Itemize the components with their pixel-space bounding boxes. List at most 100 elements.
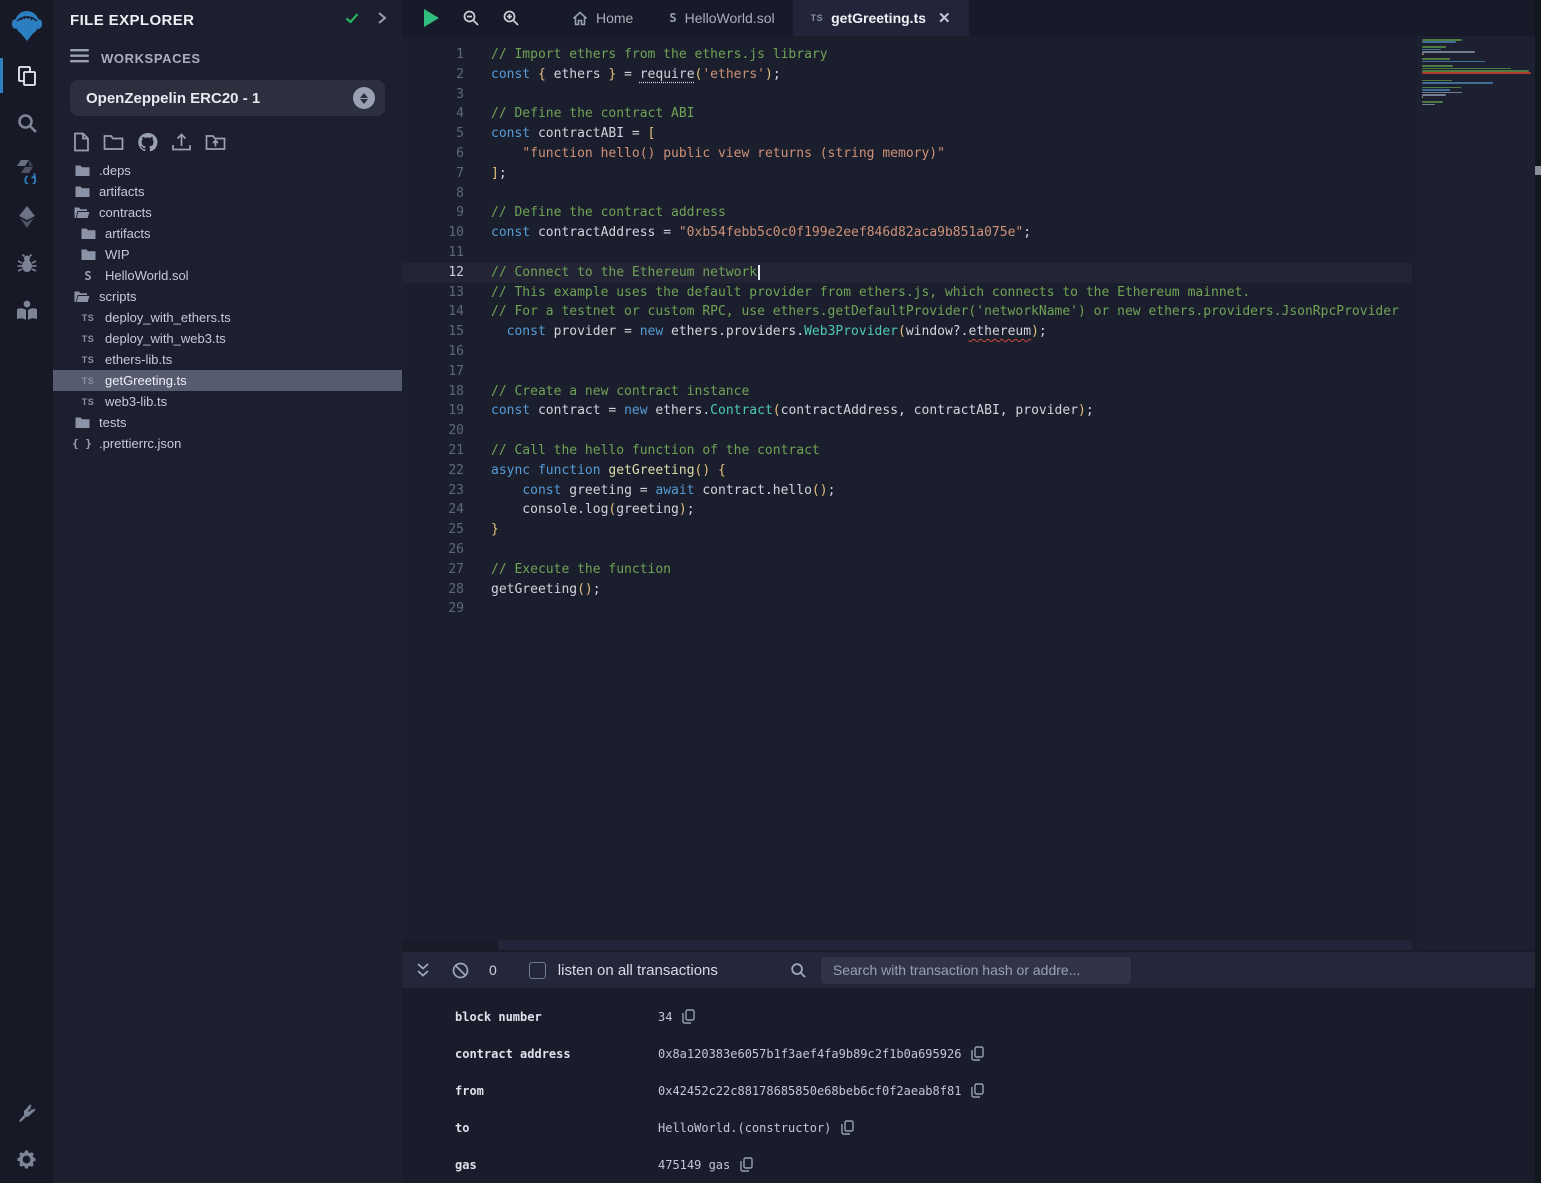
zoom-out-icon[interactable] bbox=[462, 9, 480, 27]
line-number: 27 bbox=[402, 560, 464, 580]
tree-item-scripts[interactable]: scripts bbox=[53, 286, 402, 307]
new-file-icon[interactable] bbox=[73, 132, 90, 152]
tree-item-helloworld-sol[interactable]: S HelloWorld.sol bbox=[53, 265, 402, 286]
tree-item--deps[interactable]: .deps bbox=[53, 160, 402, 181]
activity-file-explorer-icon[interactable] bbox=[0, 52, 53, 99]
code-line-11[interactable]: 11 bbox=[402, 243, 1412, 263]
code-line-8[interactable]: 8 bbox=[402, 184, 1412, 204]
code-line-2[interactable]: 2const { ethers } = require('ethers'); bbox=[402, 65, 1412, 85]
activity-solidity-compiler-icon[interactable] bbox=[0, 146, 53, 193]
code-line-25[interactable]: 25} bbox=[402, 520, 1412, 540]
code-line-29[interactable]: 29 bbox=[402, 599, 1412, 619]
activity-settings-icon[interactable] bbox=[0, 1136, 53, 1183]
code-line-23[interactable]: 23 const greeting = await contract.hello… bbox=[402, 481, 1412, 501]
copy-icon[interactable] bbox=[971, 1046, 984, 1061]
code-line-17[interactable]: 17 bbox=[402, 362, 1412, 382]
code-line-18[interactable]: 18// Create a new contract instance bbox=[402, 382, 1412, 402]
listen-transactions-checkbox[interactable] bbox=[529, 962, 546, 979]
tree-item-contracts[interactable]: contracts bbox=[53, 202, 402, 223]
new-folder-icon[interactable] bbox=[103, 133, 124, 151]
code-text: // Execute the function bbox=[464, 560, 1412, 580]
terminal-search-icon bbox=[790, 962, 807, 979]
hscrollbar-thumb[interactable] bbox=[402, 940, 498, 950]
code-line-28[interactable]: 28getGreeting(); bbox=[402, 580, 1412, 600]
code-line-26[interactable]: 26 bbox=[402, 540, 1412, 560]
line-number: 23 bbox=[402, 481, 464, 501]
code-line-10[interactable]: 10const contractAddress = "0xb54febb5c0c… bbox=[402, 223, 1412, 243]
check-icon[interactable] bbox=[344, 10, 360, 31]
folder-icon bbox=[79, 227, 97, 240]
tree-item-artifacts[interactable]: artifacts bbox=[53, 223, 402, 244]
tab-home[interactable]: Home bbox=[554, 0, 651, 36]
code-line-20[interactable]: 20 bbox=[402, 421, 1412, 441]
tree-item-tests[interactable]: tests bbox=[53, 412, 402, 433]
code-line-5[interactable]: 5const contractABI = [ bbox=[402, 124, 1412, 144]
tab-getgreeting-ts[interactable]: TSgetGreeting.ts✕ bbox=[793, 0, 969, 36]
activity-plugin-manager-icon[interactable] bbox=[0, 1089, 53, 1136]
editor-minimap[interactable] bbox=[1418, 36, 1535, 950]
editor-region: HomeSHelloWorld.solTSgetGreeting.ts✕ 1//… bbox=[402, 0, 1541, 950]
tree-item-ethers-lib-ts[interactable]: TS ethers-lib.ts bbox=[53, 349, 402, 370]
code-line-9[interactable]: 9// Define the contract address bbox=[402, 203, 1412, 223]
copy-icon[interactable] bbox=[740, 1157, 753, 1172]
zoom-in-icon[interactable] bbox=[502, 9, 520, 27]
code-line-24[interactable]: 24 console.log(greeting); bbox=[402, 500, 1412, 520]
tab-helloworld-sol[interactable]: SHelloWorld.sol bbox=[651, 0, 792, 36]
editor-horizontal-scrollbar[interactable] bbox=[402, 940, 1412, 950]
copy-icon[interactable] bbox=[682, 1009, 695, 1024]
tab-close-icon[interactable]: ✕ bbox=[938, 9, 951, 27]
code-line-6[interactable]: 6 "function hello() public view returns … bbox=[402, 144, 1412, 164]
select-updown-icon bbox=[353, 87, 375, 109]
code-line-7[interactable]: 7]; bbox=[402, 164, 1412, 184]
page-scrollbar[interactable] bbox=[1535, 0, 1541, 1183]
copy-icon[interactable] bbox=[841, 1120, 854, 1135]
chevron-right-icon[interactable] bbox=[376, 11, 388, 30]
tree-item-deploy-with-web3-ts[interactable]: TS deploy_with_web3.ts bbox=[53, 328, 402, 349]
hamburger-menu-icon[interactable] bbox=[70, 49, 89, 68]
tree-item-deploy-with-ethers-ts[interactable]: TS deploy_with_ethers.ts bbox=[53, 307, 402, 328]
line-number: 13 bbox=[402, 283, 464, 303]
tree-item-getgreeting-ts[interactable]: TS getGreeting.ts bbox=[53, 370, 402, 391]
activity-debugger-icon[interactable] bbox=[0, 240, 53, 287]
folder-icon bbox=[73, 416, 91, 429]
copy-icon[interactable] bbox=[971, 1083, 984, 1098]
code-line-15[interactable]: 15 const provider = new ethers.providers… bbox=[402, 322, 1412, 342]
code-line-1[interactable]: 1// Import ethers from the ethers.js lib… bbox=[402, 45, 1412, 65]
clear-console-icon[interactable] bbox=[452, 962, 469, 979]
upload-folder-icon[interactable] bbox=[205, 133, 226, 151]
upload-file-icon[interactable] bbox=[171, 132, 192, 152]
code-line-14[interactable]: 14// For a testnet or custom RPC, use et… bbox=[402, 302, 1412, 322]
github-clone-icon[interactable] bbox=[137, 132, 158, 152]
activity-learneth-icon[interactable] bbox=[0, 287, 53, 334]
code-text: // Create a new contract instance bbox=[464, 382, 1412, 402]
run-script-button[interactable] bbox=[422, 8, 440, 28]
workspace-select-dropdown[interactable]: OpenZeppelin ERC20 - 1 bbox=[70, 80, 385, 116]
tree-item-web3-lib-ts[interactable]: TS web3-lib.ts bbox=[53, 391, 402, 412]
code-line-4[interactable]: 4// Define the contract ABI bbox=[402, 104, 1412, 124]
terminal-search-input[interactable] bbox=[821, 957, 1131, 984]
code-text: // This example uses the default provide… bbox=[464, 283, 1412, 303]
remix-logo-icon[interactable] bbox=[0, 0, 53, 52]
code-line-16[interactable]: 16 bbox=[402, 342, 1412, 362]
page-scrollbar-thumb[interactable] bbox=[1535, 166, 1541, 175]
line-number: 14 bbox=[402, 302, 464, 322]
workspaces-label: WORKSPACES bbox=[101, 51, 201, 66]
tree-item-artifacts[interactable]: artifacts bbox=[53, 181, 402, 202]
code-line-21[interactable]: 21// Call the hello function of the cont… bbox=[402, 441, 1412, 461]
activity-deploy-run-icon[interactable] bbox=[0, 193, 53, 240]
code-line-13[interactable]: 13// This example uses the default provi… bbox=[402, 283, 1412, 303]
code-text: const provider = new ethers.providers.We… bbox=[464, 322, 1412, 342]
terminal-expand-icon[interactable] bbox=[416, 962, 430, 978]
activity-search-icon[interactable] bbox=[0, 99, 53, 146]
code-line-27[interactable]: 27// Execute the function bbox=[402, 560, 1412, 580]
code-line-19[interactable]: 19const contract = new ethers.Contract(c… bbox=[402, 401, 1412, 421]
code-line-3[interactable]: 3 bbox=[402, 85, 1412, 105]
code-text bbox=[464, 421, 1412, 441]
code-text: const { ethers } = require('ethers'); bbox=[464, 65, 1412, 85]
line-number: 28 bbox=[402, 580, 464, 600]
code-line-22[interactable]: 22async function getGreeting() { bbox=[402, 461, 1412, 481]
tree-item--prettierrc-json[interactable]: { } .prettierrc.json bbox=[53, 433, 402, 454]
tree-item-wip[interactable]: WIP bbox=[53, 244, 402, 265]
code-line-12[interactable]: 12// Connect to the Ethereum network bbox=[402, 263, 1412, 283]
code-editor[interactable]: 1// Import ethers from the ethers.js lib… bbox=[402, 36, 1412, 950]
